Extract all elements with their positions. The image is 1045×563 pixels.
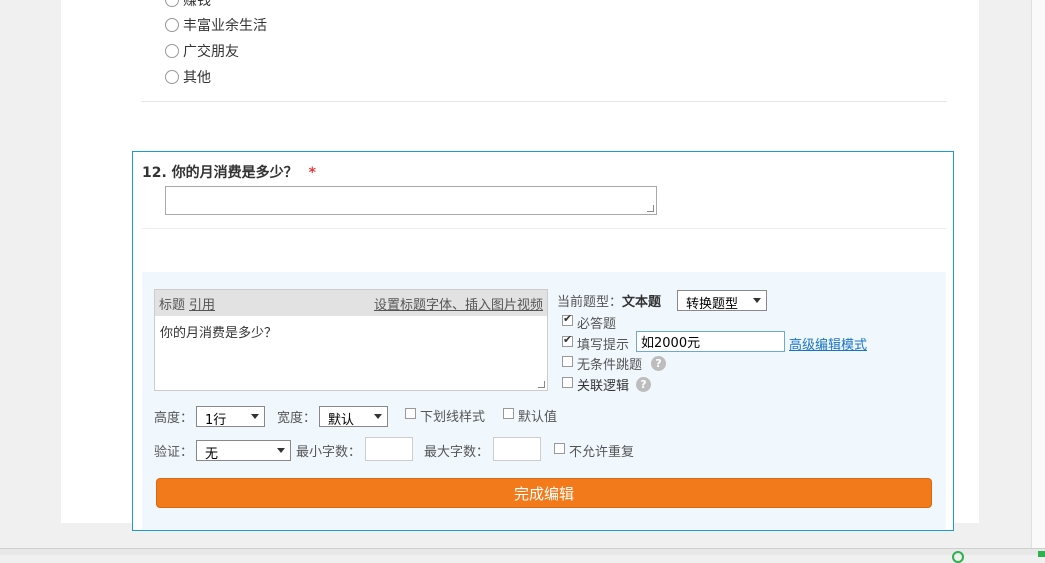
max-chars-label: 最大字数： bbox=[424, 445, 490, 460]
cite-link[interactable]: 引用 bbox=[189, 298, 215, 313]
title-editor-toolbar: 标题 引用 设置标题字体、插入图片视频 bbox=[155, 290, 547, 316]
validate-select[interactable]: 无 bbox=[196, 440, 291, 462]
required-mark: * bbox=[308, 165, 316, 181]
required-label: 必答题 bbox=[577, 317, 617, 332]
max-chars-input[interactable] bbox=[493, 437, 541, 461]
no-condition-jump-checkbox[interactable] bbox=[562, 356, 573, 367]
option-radio[interactable]: 赚钱 bbox=[165, 0, 211, 10]
hint-label: 填写提示 bbox=[577, 338, 630, 353]
question-divider bbox=[141, 101, 947, 102]
no-condition-jump-label: 无条件跳题 bbox=[577, 358, 643, 373]
no-repeat-label: 不允许重复 bbox=[569, 445, 635, 460]
default-value-label: 默认值 bbox=[518, 410, 558, 425]
help-icon[interactable]: ? bbox=[651, 356, 666, 371]
min-chars-input[interactable] bbox=[365, 437, 413, 461]
convert-type-select[interactable]: 转换题型 bbox=[677, 290, 767, 312]
question-text: 你的月消费是多少？ bbox=[171, 165, 298, 181]
width-select[interactable]: 默认 bbox=[319, 406, 388, 428]
default-value-checkbox[interactable] bbox=[503, 408, 514, 419]
option-radio[interactable]: 丰富业余生活 bbox=[165, 15, 267, 35]
chevron-down-icon bbox=[753, 298, 761, 303]
validate-label: 验证： bbox=[154, 445, 194, 460]
logic-label: 关联逻辑 bbox=[577, 379, 630, 394]
question-divider bbox=[142, 228, 946, 229]
height-label: 高度： bbox=[154, 411, 194, 426]
font-media-link[interactable]: 设置标题字体、插入图片视频 bbox=[374, 294, 543, 313]
required-checkbox[interactable] bbox=[562, 312, 573, 326]
chevron-down-icon bbox=[251, 414, 259, 419]
underline-checkbox[interactable] bbox=[405, 408, 416, 419]
help-icon[interactable]: ? bbox=[636, 377, 651, 392]
option-label: 丰富业余生活 bbox=[183, 18, 267, 34]
done-editing-button[interactable]: 完成编辑 bbox=[156, 478, 932, 508]
status-indicator-icon bbox=[1038, 551, 1045, 557]
height-select[interactable]: 1行 bbox=[196, 406, 265, 428]
option-radio[interactable]: 广交朋友 bbox=[165, 41, 239, 61]
radio-icon[interactable] bbox=[165, 0, 179, 7]
width-label: 宽度： bbox=[277, 411, 317, 426]
radio-icon[interactable] bbox=[165, 18, 179, 32]
question-title: 12. 你的月消费是多少？ * bbox=[142, 162, 316, 182]
scrollbar[interactable] bbox=[1031, 0, 1045, 548]
underline-label: 下划线样式 bbox=[420, 410, 486, 425]
title-label: 标题 引用 bbox=[159, 298, 216, 313]
hint-checkbox[interactable] bbox=[562, 333, 573, 347]
chevron-down-icon bbox=[277, 448, 285, 453]
status-icon bbox=[952, 551, 964, 563]
option-label: 赚钱 bbox=[183, 0, 211, 9]
type-label: 当前题型：文本题 bbox=[557, 295, 662, 310]
logic-checkbox[interactable] bbox=[562, 377, 573, 388]
option-label: 广交朋友 bbox=[183, 44, 239, 60]
title-editor[interactable]: 标题 引用 设置标题字体、插入图片视频 你的月消费是多少？ bbox=[154, 289, 548, 391]
answer-textarea[interactable] bbox=[165, 186, 657, 215]
option-radio[interactable]: 其他 bbox=[165, 67, 211, 87]
radio-icon[interactable] bbox=[165, 70, 179, 84]
option-label: 其他 bbox=[183, 70, 211, 86]
title-editor-content[interactable]: 你的月消费是多少？ bbox=[160, 322, 277, 341]
resize-handle-icon[interactable] bbox=[538, 381, 545, 388]
no-repeat-checkbox[interactable] bbox=[554, 443, 565, 454]
question-number: 12. bbox=[142, 165, 167, 181]
type-value: 文本题 bbox=[622, 295, 662, 310]
min-chars-label: 最小字数： bbox=[296, 445, 362, 460]
radio-icon[interactable] bbox=[165, 44, 179, 58]
hint-input[interactable] bbox=[636, 331, 785, 352]
advanced-edit-link[interactable]: 高级编辑模式 bbox=[789, 334, 867, 353]
chevron-down-icon bbox=[374, 414, 382, 419]
